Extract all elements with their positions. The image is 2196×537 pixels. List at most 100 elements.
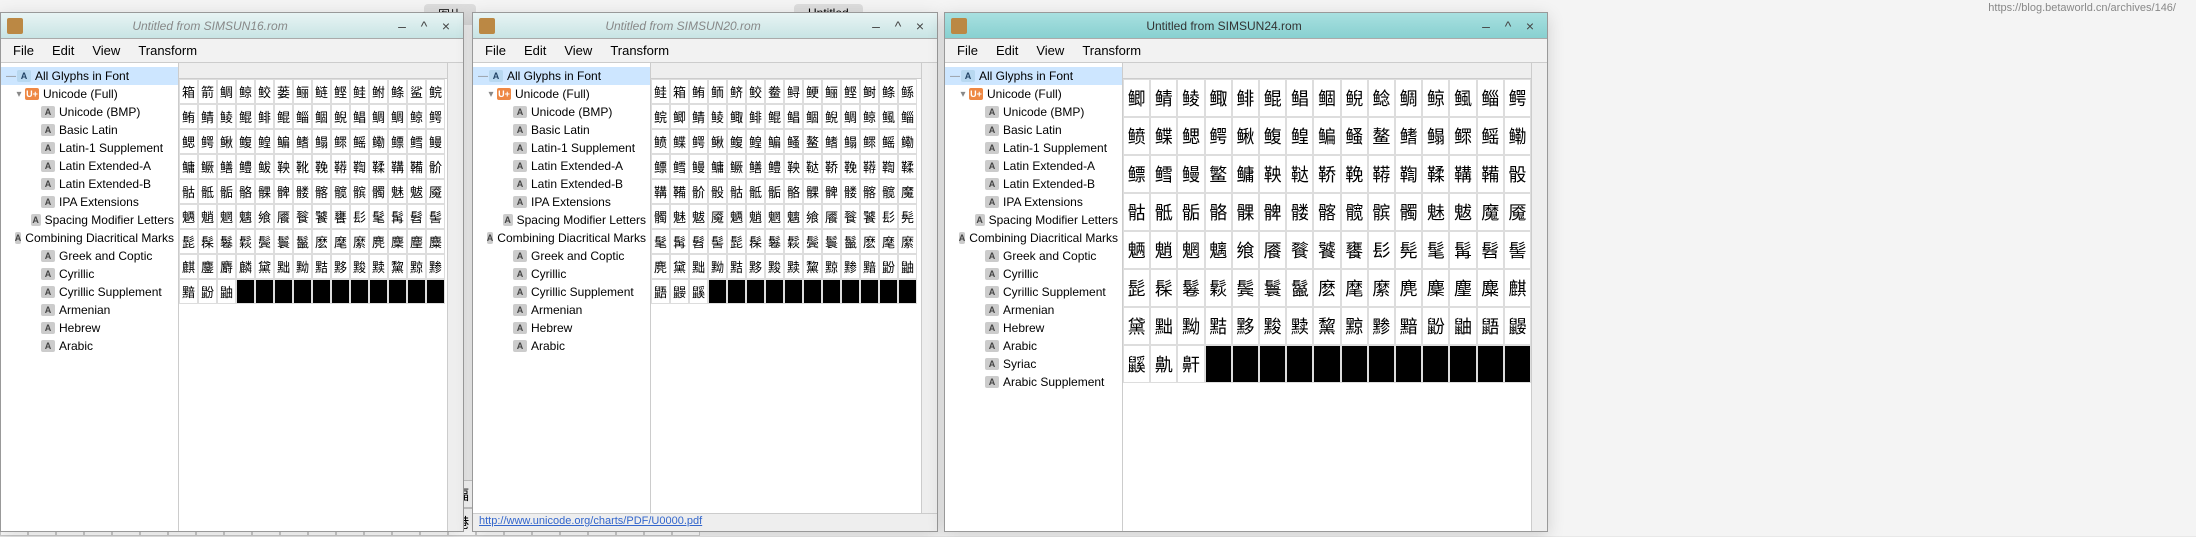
glyph-cell[interactable]: 鬏 bbox=[784, 229, 803, 254]
glyph-cell[interactable]: 鲼 bbox=[1123, 117, 1150, 155]
glyph-cell[interactable]: 鲦 bbox=[388, 79, 407, 104]
menu-transform[interactable]: Transform bbox=[1074, 41, 1149, 60]
glyph-cell[interactable]: 黟 bbox=[331, 254, 350, 279]
glyph-cell[interactable]: 鳝 bbox=[217, 154, 236, 179]
glyph-cell[interactable] bbox=[803, 279, 822, 304]
glyph-cell[interactable]: 鳢 bbox=[236, 154, 255, 179]
glyph-cell[interactable]: 鞅 bbox=[784, 154, 803, 179]
glyph-cell[interactable]: 鼢 bbox=[1422, 307, 1449, 345]
glyph-cell[interactable]: 鳕 bbox=[670, 154, 689, 179]
glyph-cell[interactable]: 黜 bbox=[274, 254, 293, 279]
glyph-cell[interactable]: 鲟 bbox=[784, 79, 803, 104]
tree-item[interactable]: AGreek and Coptic bbox=[1, 247, 178, 265]
glyph-cell[interactable]: 鲠 bbox=[803, 79, 822, 104]
glyph-cell[interactable] bbox=[426, 279, 445, 304]
menu-file[interactable]: File bbox=[477, 41, 514, 60]
glyph-cell[interactable]: 鳎 bbox=[841, 129, 860, 154]
glyph-cell[interactable]: 髀 bbox=[822, 179, 841, 204]
glyph-cell[interactable] bbox=[1477, 345, 1504, 383]
tree-item[interactable]: AUnicode (BMP) bbox=[945, 103, 1122, 121]
glyph-cell[interactable]: 餮 bbox=[1286, 231, 1313, 269]
glyph-cell[interactable]: 鲦 bbox=[879, 79, 898, 104]
glyph-cell[interactable]: 黩 bbox=[784, 254, 803, 279]
glyph-cell[interactable]: 鼹 bbox=[1504, 307, 1531, 345]
glyph-cell[interactable]: 鬓 bbox=[1232, 269, 1259, 307]
tree-item[interactable]: ASpacing Modifier Letters bbox=[473, 211, 650, 229]
glyph-cell[interactable]: 髦 bbox=[1422, 231, 1449, 269]
glyph-cell[interactable] bbox=[350, 279, 369, 304]
glyph-cell[interactable]: 鲲 bbox=[1259, 79, 1286, 117]
glyph-cell[interactable]: 鬣 bbox=[293, 229, 312, 254]
glyph-cell[interactable]: 魑 bbox=[236, 204, 255, 229]
tree-item[interactable]: AHebrew bbox=[1, 319, 178, 337]
tree-item[interactable]: ACyrillic bbox=[473, 265, 650, 283]
tree-item[interactable]: ACyrillic Supplement bbox=[945, 283, 1122, 301]
glyph-cell[interactable]: 鲧 bbox=[898, 79, 917, 104]
glyph-cell[interactable]: 鞲 bbox=[388, 154, 407, 179]
glyph-cell[interactable]: 鲲 bbox=[765, 104, 784, 129]
glyph-cell[interactable] bbox=[1368, 345, 1395, 383]
glyph-cell[interactable]: 鳜 bbox=[727, 154, 746, 179]
glyph-cell[interactable]: 黛 bbox=[1123, 307, 1150, 345]
glyph-cell[interactable]: 鞯 bbox=[860, 154, 879, 179]
glyph-cell[interactable] bbox=[1504, 345, 1531, 383]
glyph-cell[interactable]: 鲑 bbox=[651, 79, 670, 104]
glyph-cell[interactable]: 鳎 bbox=[1422, 117, 1449, 155]
tree-item[interactable]: ▾U+Unicode (Full) bbox=[473, 85, 650, 103]
glyph-cell[interactable]: 黧 bbox=[1313, 307, 1340, 345]
glyph-cell[interactable]: 鞣 bbox=[1422, 155, 1449, 193]
glyph-cell[interactable]: 鬣 bbox=[841, 229, 860, 254]
glyph-cell[interactable]: 鳌 bbox=[803, 129, 822, 154]
glyph-cell[interactable]: 魅 bbox=[1422, 193, 1449, 231]
glyph-cell[interactable]: 髑 bbox=[1395, 193, 1422, 231]
glyph-cell[interactable]: 鲸 bbox=[1422, 79, 1449, 117]
glyph-cell[interactable]: 鳐 bbox=[350, 129, 369, 154]
glyph-cell[interactable]: 鲫 bbox=[1123, 79, 1150, 117]
glyph-cell[interactable]: 鳆 bbox=[727, 129, 746, 154]
glyph-cell[interactable]: 髅 bbox=[841, 179, 860, 204]
glyph-cell[interactable]: 饕 bbox=[1313, 231, 1340, 269]
glyph-cell[interactable]: 黢 bbox=[1259, 307, 1286, 345]
glyph-cell[interactable]: 餍 bbox=[1259, 231, 1286, 269]
glyph-cell[interactable]: 黯 bbox=[179, 279, 198, 304]
glyph-cell[interactable]: 鳐 bbox=[1477, 117, 1504, 155]
glyph-cell[interactable]: 髟 bbox=[879, 204, 898, 229]
glyph-cell[interactable]: 鳄 bbox=[426, 104, 445, 129]
glyph-cell[interactable] bbox=[1422, 345, 1449, 383]
menu-view[interactable]: View bbox=[1028, 41, 1072, 60]
glyph-cell[interactable]: 鼬 bbox=[217, 279, 236, 304]
glyph-cell[interactable]: 鬟 bbox=[822, 229, 841, 254]
tree-item[interactable]: ALatin Extended-A bbox=[473, 157, 650, 175]
tree-item[interactable]: ACyrillic Supplement bbox=[473, 283, 650, 301]
glyph-cell[interactable]: 鲱 bbox=[255, 104, 274, 129]
tree-item[interactable]: ACombining Diacritical Marks bbox=[1, 229, 178, 247]
glyph-cell[interactable] bbox=[841, 279, 860, 304]
category-tree[interactable]: —AAll Glyphs in Font▾U+Unicode (Full)AUn… bbox=[945, 63, 1123, 531]
glyph-grid[interactable]: 鲫鲭鲮鲰鲱鲲鲳鲴鲵鲶鲷鲸鲺鲻鳄鲼鲽鳃鳄鳅鳆鳇鳊鳋鳌鳍鳎鳏鳐鳓鳔鳕鳗鳘鳙鞅鞑鞒鞔鞯… bbox=[1123, 79, 1531, 531]
glyph-cell[interactable]: 箱 bbox=[670, 79, 689, 104]
glyph-cell[interactable]: 鼬 bbox=[1449, 307, 1476, 345]
glyph-grid[interactable]: 箱箭鲷鲸鲛蒌鲡鲢鲣鲑鲋鲦鲨鲩鲔鲭鲮鲲鲱鲲鲻鲴鲵鲳鲷鲷鲸鳄鳃鳄鳅鳆鳇鳊鳍鳎鳏鳐鳓鳔… bbox=[179, 79, 447, 531]
close-button[interactable]: × bbox=[909, 18, 931, 34]
glyph-cell[interactable] bbox=[274, 279, 293, 304]
glyph-cell[interactable]: 鳃 bbox=[179, 129, 198, 154]
glyph-cell[interactable]: 鳇 bbox=[255, 129, 274, 154]
glyph-cell[interactable]: 骰 bbox=[1504, 155, 1531, 193]
glyph-cell[interactable]: 鳙 bbox=[1232, 155, 1259, 193]
tree-item[interactable]: AGreek and Coptic bbox=[945, 247, 1122, 265]
menu-view[interactable]: View bbox=[84, 41, 128, 60]
glyph-cell[interactable]: 黧 bbox=[388, 254, 407, 279]
glyph-cell[interactable]: 麽 bbox=[1313, 269, 1340, 307]
tree-item[interactable]: AArmenian bbox=[945, 301, 1122, 319]
glyph-cell[interactable]: 魍 bbox=[217, 204, 236, 229]
glyph-cell[interactable] bbox=[879, 279, 898, 304]
glyph-cell[interactable]: 髁 bbox=[1232, 193, 1259, 231]
glyph-cell[interactable]: 鳅 bbox=[708, 129, 727, 154]
glyph-cell[interactable]: 鲔 bbox=[179, 104, 198, 129]
glyph-cell[interactable]: 鼢 bbox=[198, 279, 217, 304]
glyph-cell[interactable]: 鲭 bbox=[689, 104, 708, 129]
glyph-cell[interactable]: 鲵 bbox=[331, 104, 350, 129]
glyph-cell[interactable]: 鲣 bbox=[841, 79, 860, 104]
glyph-cell[interactable]: 麾 bbox=[331, 229, 350, 254]
glyph-cell[interactable]: 鲸 bbox=[236, 79, 255, 104]
